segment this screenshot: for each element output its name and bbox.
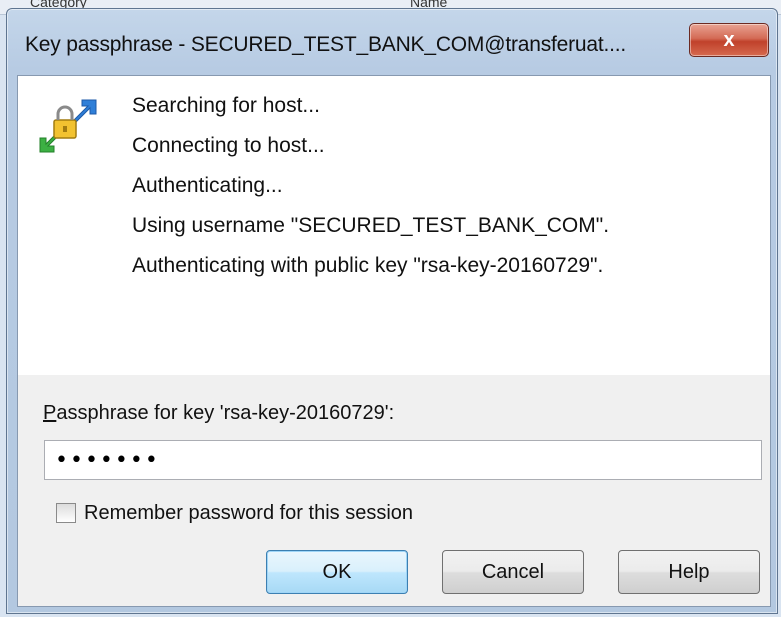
passphrase-label: Passphrase for key 'rsa-key-20160729': <box>43 402 394 425</box>
passphrase-label-text: assphrase for key 'rsa-key-20160729': <box>56 402 395 424</box>
log-line: Using username "SECURED_TEST_BANK_COM". <box>132 214 610 237</box>
log-panel: Searching for host... Connecting to host… <box>18 76 770 375</box>
key-passphrase-dialog: Key passphrase - SECURED_TEST_BANK_COM@t… <box>6 8 778 614</box>
help-button[interactable]: Help <box>618 550 760 594</box>
remember-password-row[interactable]: Remember password for this session <box>56 498 413 528</box>
ok-button[interactable]: OK <box>266 550 408 594</box>
close-button[interactable]: x <box>689 23 769 57</box>
log-line: Connecting to host... <box>132 134 325 157</box>
close-icon: x <box>723 28 735 51</box>
log-line: Authenticating... <box>132 174 283 197</box>
title-bar[interactable]: Key passphrase - SECURED_TEST_BANK_COM@t… <box>7 9 777 75</box>
dialog-body: Searching for host... Connecting to host… <box>17 75 771 607</box>
window-title: Key passphrase - SECURED_TEST_BANK_COM@t… <box>25 33 627 56</box>
cancel-button[interactable]: Cancel <box>442 550 584 594</box>
passphrase-input[interactable] <box>44 440 762 480</box>
key-transfer-icon <box>39 99 97 153</box>
remember-password-label[interactable]: Remember password for this session <box>84 502 413 525</box>
log-line: Authenticating with public key "rsa-key-… <box>132 254 604 277</box>
log-line: Searching for host... <box>132 94 320 117</box>
passphrase-label-accesskey: P <box>43 402 57 424</box>
remember-password-checkbox[interactable] <box>56 503 76 523</box>
